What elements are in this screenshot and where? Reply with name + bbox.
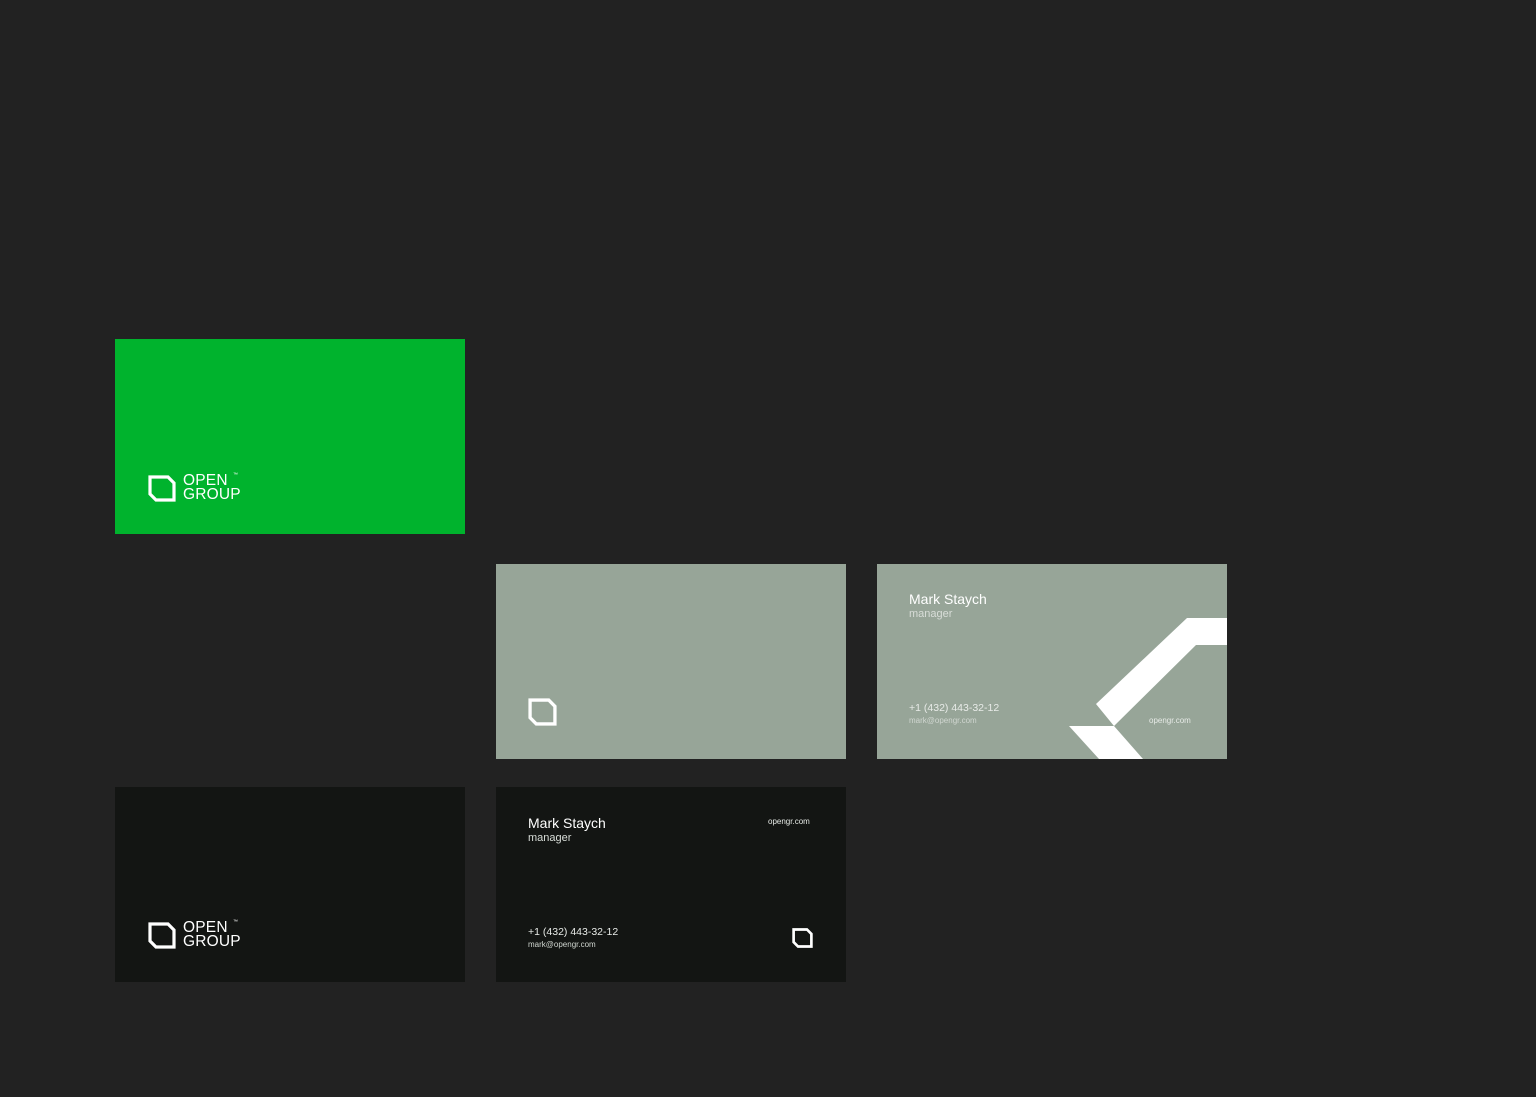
open-group-logo-icon: [528, 698, 557, 726]
contact-name: Mark Staych: [528, 815, 606, 831]
business-card-black-back: Mark Staych manager opengr.com +1 (432) …: [496, 787, 846, 982]
business-card-green-front: OPEN GROUP ™: [115, 339, 465, 534]
open-group-logo: OPEN GROUP ™: [148, 919, 241, 950]
open-group-logo-icon: [148, 921, 176, 949]
wordmark-line-2: GROUP: [183, 486, 241, 503]
contact-phone: +1 (432) 443-32-12: [909, 702, 1000, 714]
open-group-logo: OPEN GROUP ™: [148, 472, 241, 503]
wordmark-line-2: GROUP: [183, 933, 241, 950]
business-card-sage-back: Mark Staych manager +1 (432) 443-32-12 m…: [877, 564, 1227, 759]
trademark-symbol: ™: [233, 919, 239, 925]
open-group-logo-icon: [148, 474, 176, 502]
canvas: { "brand": { "line1": "OPEN", "line2": "…: [0, 0, 1536, 1097]
contact-name: Mark Staych: [909, 591, 987, 607]
business-card-black-front: OPEN GROUP ™: [115, 787, 465, 982]
contact-email: mark@opengr.com: [909, 716, 977, 725]
contact-role: manager: [528, 832, 572, 844]
contact-phone: +1 (432) 443-32-12: [528, 926, 619, 938]
contact-email: mark@opengr.com: [528, 940, 596, 949]
open-group-logo-icon: [792, 928, 813, 948]
contact-website: opengr.com: [768, 817, 810, 826]
business-card-sage-front: [496, 564, 846, 759]
trademark-symbol: ™: [233, 472, 239, 478]
open-group-wordmark: OPEN GROUP ™: [183, 472, 241, 503]
contact-website: opengr.com: [1149, 716, 1191, 725]
open-group-wordmark: OPEN GROUP ™: [183, 919, 241, 950]
contact-role: manager: [909, 608, 953, 620]
